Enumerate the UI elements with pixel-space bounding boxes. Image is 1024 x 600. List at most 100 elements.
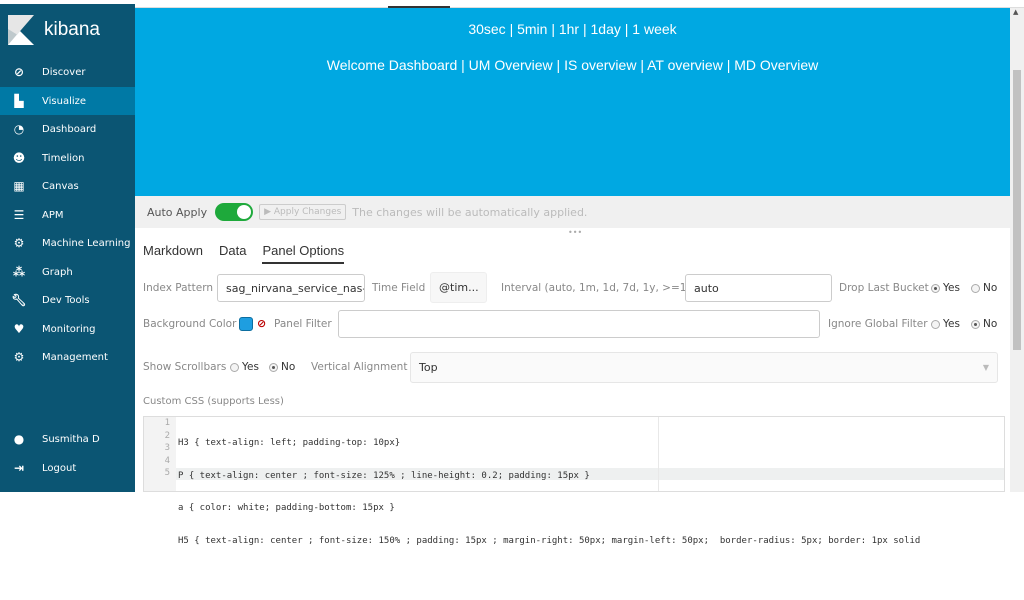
canvas-icon: ▦ [13,179,25,193]
custom-css-label: Custom CSS (supports Less) [143,396,284,407]
time-field-select[interactable]: @tim... [430,272,487,303]
sidebar-item-apm[interactable]: ☰ APM [0,201,135,229]
user-name: Susmitha D [42,433,100,445]
code-line: P { text-align: center ; font-size: 125%… [178,470,590,481]
graph-icon: ⁂ [12,265,26,279]
sidebar-item-label: Visualize [42,95,87,107]
dashboard-icon: ◔ [13,122,25,136]
radio-label: No [281,361,296,373]
ml-icon: ⚙ [13,236,25,250]
scroll-up-icon[interactable]: ▲ [1013,8,1018,16]
sidebar: kibana ⊘ Discover ▙ Visualize ◔ Dashboard ☻… [0,4,135,492]
code-line: H3 { text-align: left; padding-top: 10px… [178,438,401,448]
sidebar-item-canvas[interactable]: ▦ Canvas [0,172,135,200]
background-color-label: Background Color [143,318,237,330]
user-icon: ● [13,432,25,446]
heartbeat-icon: ♥ [13,322,25,336]
auto-apply-toggle[interactable] [215,203,254,221]
sidebar-item-label: Timelion [42,152,85,164]
custom-css-editor[interactable]: 12345 H3 { text-align: left; padding-top… [143,416,1005,546]
line-numbers: 12345 [144,417,176,491]
sidebar-item-dashboard[interactable]: ◔ Dashboard [0,115,135,143]
sidebar-item-label: Machine Learning [42,237,131,249]
panel-filter-input[interactable] [338,310,820,338]
sidebar-item-label: Graph [42,266,73,278]
editor-tabs: Markdown Data Panel Options [143,243,345,264]
apply-changes-button[interactable]: ▶ Apply Changes [259,204,347,220]
radio-label: No [983,282,998,294]
auto-apply-label: Auto Apply [147,205,208,219]
index-pattern-input[interactable]: sag_nirvana_service_nas-* [217,274,365,302]
radio-label: Yes [943,318,960,330]
show-scrollbars-label: Show Scrollbars [143,361,227,373]
sidebar-item-discover[interactable]: ⊘ Discover [0,58,135,86]
gear-icon: ⚙ [13,350,25,364]
sidebar-item-label: Dashboard [42,123,97,135]
logout-icon: ⇥ [13,461,25,475]
ignore-global-no-radio[interactable]: No [971,318,997,330]
tab-panel-options[interactable]: Panel Options [262,243,345,264]
sidebar-item-management[interactable]: ⚙ Management [0,343,135,371]
radio-label: No [983,318,998,330]
ignore-global-yes-radio[interactable]: Yes [931,318,960,330]
code-line: a { color: white; padding-bottom: 15px } [178,503,395,513]
wrench-icon: 🔧︎ [11,293,27,307]
resize-handle[interactable]: ••• [568,228,582,237]
sidebar-item-machine-learning[interactable]: ⚙ Machine Learning [0,229,135,257]
logout-label: Logout [42,462,77,474]
scrollbars-yes-radio[interactable]: Yes [230,361,259,373]
index-pattern-label: Index Pattern [143,282,214,294]
vertical-alignment-label: Vertical Alignment [311,361,408,373]
sidebar-item-label: Canvas [42,180,79,192]
interval-label: Interval (auto, 1m, 1d, 7d, 1y, >=1m) [501,282,701,294]
vertical-alignment-select[interactable]: Top ▼ [410,352,998,383]
compass-icon: ⊘ [13,65,25,79]
page-scrollbar[interactable]: ▲ [1010,8,1024,492]
radio-label: Yes [242,361,259,373]
clear-color-icon[interactable]: ⊘ [257,317,266,330]
markdown-preview: 30sec | 5min | 1hr | 1day | 1 week Welco… [135,8,1010,196]
scrollbars-no-radio[interactable]: No [269,361,295,373]
browser-top-strip [0,0,1024,8]
panel-filter-label: Panel Filter [274,318,332,330]
app-name: kibana [44,19,100,40]
sidebar-item-dev-tools[interactable]: 🔧︎ Dev Tools [0,286,135,314]
sidebar-item-label: APM [42,209,64,221]
time-links[interactable]: 30sec | 5min | 1hr | 1day | 1 week [135,21,1010,37]
background-color-swatch[interactable] [239,317,253,331]
user-menu[interactable]: ● Susmitha D [0,425,135,453]
drop-last-yes-radio[interactable]: Yes [931,282,960,294]
time-field-label: Time Field [372,282,426,294]
interval-input[interactable]: auto [685,274,832,302]
chevron-down-icon: ▼ [982,363,989,372]
sidebar-item-visualize[interactable]: ▙ Visualize [0,87,135,115]
dashboard-links[interactable]: Welcome Dashboard | UM Overview | IS ove… [135,57,1010,73]
sidebar-item-graph[interactable]: ⁂ Graph [0,258,135,286]
sidebar-item-timelion[interactable]: ☻ Timelion [0,144,135,172]
code-line: H5 { text-align: center ; font-size: 150… [178,535,921,546]
tab-markdown[interactable]: Markdown [143,243,203,264]
tab-data[interactable]: Data [219,243,246,264]
bar-chart-icon: ▙ [14,94,24,108]
ignore-global-filter-label: Ignore Global Filter [828,318,928,330]
sidebar-item-monitoring[interactable]: ♥ Monitoring [0,315,135,343]
apply-bar: Auto Apply ▶ Apply Changes The changes w… [135,196,1010,228]
kibana-logo-icon [8,15,34,45]
sidebar-item-label: Dev Tools [42,294,90,306]
drop-last-no-radio[interactable]: No [971,282,997,294]
scrollbar-thumb[interactable] [1013,70,1021,350]
drop-last-bucket-label: Drop Last Bucket [839,282,929,294]
sidebar-item-label: Discover [42,66,86,78]
time-field-value: @tim... [439,281,479,294]
kibana-logo[interactable]: kibana [0,4,135,56]
apm-icon: ☰ [13,208,25,222]
css-code: H3 { text-align: left; padding-top: 10px… [178,417,920,600]
logout-link[interactable]: ⇥ Logout [0,454,135,482]
vertical-alignment-value: Top [419,361,438,374]
sidebar-item-label: Monitoring [42,323,96,335]
radio-label: Yes [943,282,960,294]
apply-note: The changes will be automatically applie… [352,205,588,219]
timelion-icon: ☻ [12,151,26,165]
sidebar-item-label: Management [42,351,108,363]
